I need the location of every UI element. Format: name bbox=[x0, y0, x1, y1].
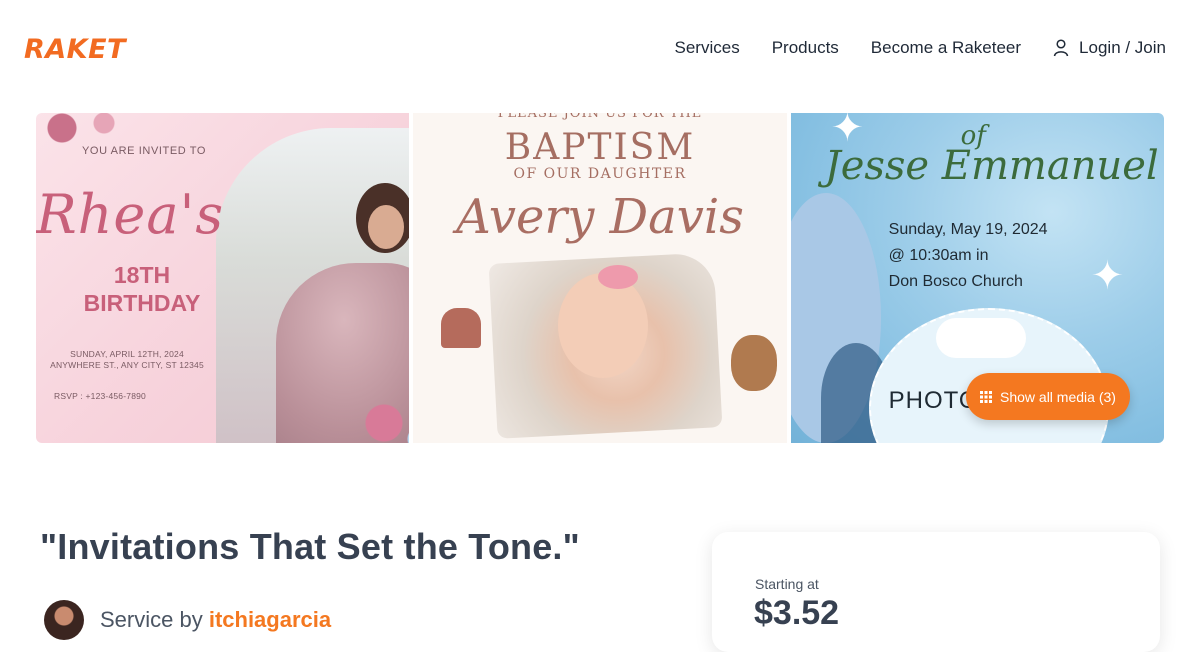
price-value: $3.52 bbox=[754, 594, 840, 632]
occasion-line: BIRTHDAY bbox=[83, 290, 201, 316]
service-author: Service by itchiagarcia bbox=[44, 600, 331, 640]
nav-become-raketeer[interactable]: Become a Raketeer bbox=[871, 38, 1021, 58]
site-header: RAKET Services Products Become a Raketee… bbox=[0, 0, 1200, 100]
show-all-media-label: Show all media (3) bbox=[1000, 388, 1116, 405]
login-join-label: Login / Join bbox=[1079, 38, 1166, 57]
invitation-text: PLEASE JOIN US FOR THE bbox=[497, 113, 703, 121]
details-line: SUNDAY, APRIL 12TH, 2024 bbox=[70, 349, 184, 359]
raket-logo[interactable]: RAKET bbox=[24, 34, 126, 65]
show-all-media-button[interactable]: Show all media (3) bbox=[966, 373, 1130, 420]
service-by-label: Service by bbox=[100, 607, 209, 632]
rocking-horse-icon bbox=[441, 308, 482, 348]
cloud-icon bbox=[935, 318, 1026, 358]
invitation-details: Sunday, May 19, 2024 @ 10:30am in Don Bo… bbox=[889, 217, 1048, 295]
details-line: ANYWHERE ST., ANY CITY, ST 12345 bbox=[50, 360, 204, 370]
star-icon: ✦ bbox=[1090, 254, 1125, 298]
invitation-occasion: 18TH BIRTHDAY bbox=[72, 261, 212, 317]
teddy-bear-icon bbox=[731, 335, 778, 391]
details-line: @ 10:30am in bbox=[888, 247, 989, 264]
seller-link[interactable]: itchiagarcia bbox=[209, 607, 331, 632]
woman-face bbox=[368, 205, 404, 249]
service-by-text: Service by itchiagarcia bbox=[100, 607, 331, 633]
main-nav: Services Products Become a Raketeer Logi… bbox=[675, 38, 1166, 58]
invitation-text: YOU ARE INVITED TO bbox=[82, 145, 207, 157]
details-line: Sunday, May 19, 2024 bbox=[888, 221, 1048, 238]
gallery-image-baptism[interactable]: PLEASE JOIN US FOR THE BAPTISM OF OUR DA… bbox=[413, 113, 787, 443]
nav-products[interactable]: Products bbox=[772, 38, 839, 58]
photo-placeholder-text: PHOTO bbox=[888, 387, 979, 414]
invitation-name: Avery Davis bbox=[456, 189, 744, 245]
avatar[interactable] bbox=[44, 600, 84, 640]
nav-services[interactable]: Services bbox=[675, 38, 740, 58]
baby-face bbox=[558, 273, 649, 378]
price-card: Starting at $3.52 bbox=[712, 532, 1160, 652]
grid-icon bbox=[980, 390, 992, 403]
user-icon bbox=[1053, 39, 1069, 57]
details-line: Don Bosco Church bbox=[888, 273, 1023, 290]
invitation-details: SUNDAY, APRIL 12TH, 2024 ANYWHERE ST., A… bbox=[38, 349, 216, 371]
gallery-image-birthday[interactable]: YOU ARE INVITED TO Rhea's 18TH BIRTHDAY … bbox=[36, 113, 410, 443]
invitation-name: Jesse Emmanuel bbox=[824, 143, 1159, 189]
invitation-text: OF OUR DAUGHTER bbox=[513, 166, 687, 182]
starting-at-label: Starting at bbox=[755, 576, 819, 592]
flowers-decoration bbox=[336, 383, 410, 443]
invitation-heading: BAPTISM bbox=[504, 127, 696, 168]
page-title: "Invitations That Set the Tone." bbox=[40, 526, 580, 567]
invitation-name: Rhea's bbox=[36, 183, 225, 246]
occasion-line: 18TH bbox=[113, 262, 171, 288]
invitation-rsvp: RSVP : +123-456-7890 bbox=[54, 391, 146, 401]
login-join-link[interactable]: Login / Join bbox=[1053, 38, 1166, 58]
